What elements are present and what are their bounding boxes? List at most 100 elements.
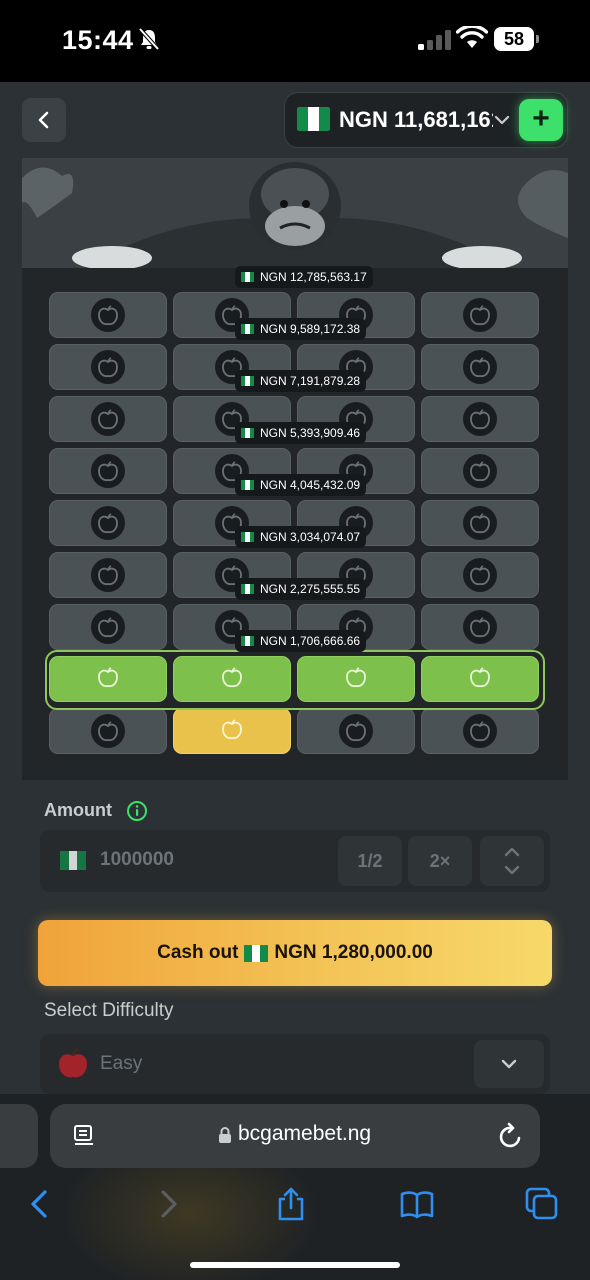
url-text: bcgamebet.ng (238, 1122, 372, 1145)
row-payout-label: NGN 4,045,432.09 (235, 474, 367, 496)
address-bar[interactable]: bcgamebet.ng (50, 1104, 540, 1168)
battery-icon: 58 (494, 27, 540, 51)
game-tile-hidden[interactable] (421, 344, 539, 390)
amount-input[interactable]: 1000000 1/2 2× (40, 830, 550, 892)
apple-icon (463, 714, 497, 748)
apple-icon (59, 1048, 87, 1078)
browser-chrome: bcgamebet.ng (0, 1094, 590, 1280)
game-tile-hidden[interactable] (421, 708, 539, 754)
row-payout-label: NGN 5,393,909.46 (235, 422, 367, 444)
cash-out-label: Cash out (157, 942, 239, 963)
balance-amount: NGN 11,681,161.1 (339, 107, 493, 132)
apple-icon (463, 402, 497, 436)
half-amount-button[interactable]: 1/2 (338, 836, 402, 886)
game-tile-hidden[interactable] (49, 552, 167, 598)
nigeria-flag-icon (241, 428, 254, 438)
apple-icon (91, 506, 125, 540)
nigeria-flag-icon (244, 944, 269, 962)
game-tile-hidden[interactable] (421, 448, 539, 494)
cash-out-button[interactable]: Cash out NGN 1,280,000.00 (38, 920, 552, 986)
info-icon[interactable] (126, 800, 148, 822)
amount-stepper[interactable] (480, 836, 544, 886)
gorilla-jungle-illustration (22, 158, 568, 268)
row-payout-label: NGN 9,589,172.38 (235, 318, 367, 340)
deposit-button[interactable]: + (519, 99, 563, 141)
difficulty-value: Easy (100, 1053, 143, 1074)
apple-icon (91, 558, 125, 592)
chevron-down-icon (501, 1059, 517, 1069)
previous-tab-preview[interactable] (0, 1104, 38, 1168)
double-amount-button[interactable]: 2× (408, 836, 472, 886)
app-header: NGN 11,681,161.1 + (0, 82, 590, 158)
difficulty-label: Select Difficulty (44, 1000, 174, 1021)
chevron-down-icon (494, 115, 510, 125)
lock-icon (219, 1127, 231, 1143)
share-icon[interactable] (273, 1186, 309, 1222)
game-tile-hidden[interactable] (49, 500, 167, 546)
apple-icon (91, 714, 125, 748)
game-tile-hidden[interactable] (49, 292, 167, 338)
active-row-highlight (45, 650, 545, 710)
apple-icon (91, 402, 125, 436)
game-tile-hidden[interactable] (49, 344, 167, 390)
nigeria-flag-icon (241, 584, 254, 594)
difficulty-select[interactable]: Easy (40, 1034, 550, 1094)
reload-icon[interactable] (498, 1122, 524, 1150)
amount-value: 1000000 (100, 849, 174, 870)
nigeria-flag-icon (241, 376, 254, 386)
battery-level: 58 (494, 27, 534, 51)
wifi-icon (456, 26, 488, 48)
apple-icon (463, 454, 497, 488)
apple-icon (91, 350, 125, 384)
row-payout-label: NGN 7,191,879.28 (235, 370, 367, 392)
row-payout-label: NGN 2,275,555.55 (235, 578, 367, 600)
game-tile-hidden[interactable] (49, 396, 167, 442)
apple-icon (463, 298, 497, 332)
nigeria-flag-icon (241, 532, 254, 542)
game-tile-hidden[interactable] (421, 396, 539, 442)
back-icon[interactable] (22, 1186, 58, 1222)
forward-icon[interactable] (150, 1186, 186, 1222)
cash-out-amount: NGN 1,280,000.00 (274, 942, 433, 963)
game-frame: NGN 12,785,563.17 NGN 9,589,172.38 NGN 7,1… (0, 158, 590, 1094)
game-tile-hidden[interactable] (421, 552, 539, 598)
balance-selector[interactable]: NGN 11,681,161.1 + (284, 92, 568, 148)
nigeria-flag-icon (241, 324, 254, 334)
back-button[interactable] (22, 98, 66, 142)
nigeria-flag-icon (241, 272, 254, 282)
row-payout-label: NGN 12,785,563.17 (235, 266, 373, 288)
cellular-signal-icon (418, 30, 451, 50)
game-tile-pick[interactable] (173, 708, 291, 754)
game-tile-hidden[interactable] (297, 708, 415, 754)
reader-mode-icon[interactable] (72, 1124, 96, 1148)
game-tile-hidden[interactable] (49, 604, 167, 650)
nigeria-flag-icon (60, 851, 86, 870)
apple-icon (463, 610, 497, 644)
apple-icon (91, 298, 125, 332)
game-tile-hidden[interactable] (421, 500, 539, 546)
difficulty-dropdown-toggle[interactable] (474, 1040, 544, 1088)
game-tile-hidden[interactable] (49, 448, 167, 494)
bookmarks-icon[interactable] (399, 1186, 435, 1222)
apple-icon (221, 718, 243, 745)
status-bar: 15:44 58 (0, 0, 590, 82)
amount-label: Amount (44, 800, 112, 820)
home-indicator (190, 1262, 400, 1268)
apple-icon (91, 610, 125, 644)
nigeria-flag-icon (241, 636, 254, 646)
status-time: 15:44 (62, 25, 134, 55)
tabs-icon[interactable] (524, 1186, 560, 1222)
up-down-chevron-icon (504, 847, 520, 875)
game-tile-hidden[interactable] (49, 708, 167, 754)
game-tile-hidden[interactable] (421, 604, 539, 650)
apple-icon (463, 558, 497, 592)
game-board: NGN 12,785,563.17 NGN 9,589,172.38 NGN 7,1… (22, 158, 568, 780)
row-payout-label: NGN 3,034,074.07 (235, 526, 367, 548)
game-tile-hidden[interactable] (421, 292, 539, 338)
nigeria-flag-icon (297, 107, 330, 131)
bell-slash-icon (138, 27, 160, 51)
apple-icon (463, 506, 497, 540)
apple-icon (339, 714, 373, 748)
nigeria-flag-icon (241, 480, 254, 490)
row-payout-label: NGN 1,706,666.66 (235, 630, 367, 652)
